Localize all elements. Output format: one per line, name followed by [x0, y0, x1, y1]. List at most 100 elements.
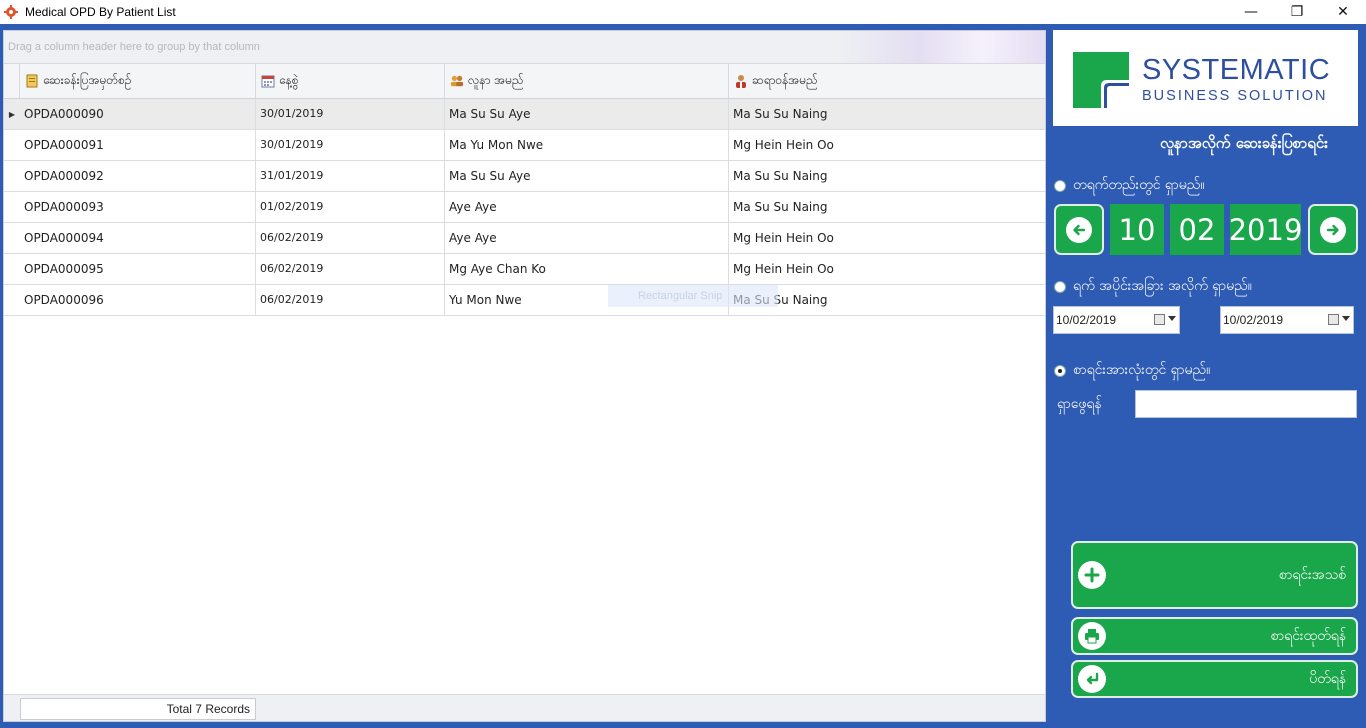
- document-icon: [25, 74, 39, 88]
- logo-subtitle: BUSINESS SOLUTION: [1142, 88, 1328, 104]
- title-bar: Medical OPD By Patient List — ❐ ✕: [0, 0, 1366, 24]
- new-record-button[interactable]: စာရင်းအသစ်: [1071, 541, 1358, 609]
- column-header-doctor-name[interactable]: ဆရာဝန်အမည်: [729, 64, 1045, 99]
- column-header-label: လူနာ အမည်: [468, 73, 524, 87]
- table-row[interactable]: OPDA000095 06/02/2019 Mg Aye Chan Ko Mg Hei…: [4, 254, 1045, 285]
- window-controls: — ❐ ✕: [1228, 0, 1366, 24]
- table-cell[interactable]: Ma Su Su Naing: [729, 99, 1045, 129]
- table-cell[interactable]: Ma Su Su Naing: [729, 161, 1045, 191]
- group-by-panel[interactable]: Drag a column header here to group by th…: [4, 31, 1045, 64]
- calendar-icon: [261, 74, 275, 88]
- table-cell[interactable]: Ma Su Su Aye: [445, 161, 729, 191]
- table-cell[interactable]: 01/02/2019: [256, 192, 445, 222]
- table-cell[interactable]: 31/01/2019: [256, 161, 445, 191]
- new-record-label: စာရင်းအသစ်: [1278, 566, 1346, 583]
- total-records: Total 7 Records: [20, 698, 256, 720]
- print-button[interactable]: စာရင်းထုတ်ရန်: [1071, 617, 1358, 655]
- table-cell[interactable]: OPDA000092: [20, 161, 256, 191]
- table-cell[interactable]: OPDA000095: [20, 254, 256, 284]
- column-header-date[interactable]: နေ့စွဲ: [256, 64, 445, 99]
- table-cell[interactable]: 30/01/2019: [256, 130, 445, 160]
- column-header-opd-number[interactable]: ဆေးခန်းပြအမှတ်စဉ်: [20, 64, 256, 99]
- table-row[interactable]: OPDA000092 31/01/2019 Ma Su Su Aye Ma Su Su…: [4, 161, 1045, 192]
- table-cell[interactable]: OPDA000090: [20, 99, 256, 129]
- next-day-button[interactable]: [1308, 204, 1358, 255]
- table-cell[interactable]: Mg Aye Chan Ko: [445, 254, 729, 284]
- radio-all-records[interactable]: စာရင်းအားလုံးတွင် ရှာမည်။: [1054, 360, 1210, 381]
- doctor-icon: [734, 74, 748, 88]
- radio-date-range[interactable]: ရက် အပိုင်းအခြား အလိုက် ရှာမည်။: [1054, 276, 1252, 297]
- calendar-icon[interactable]: [1154, 314, 1165, 325]
- date-from-picker[interactable]: 10/02/2019: [1053, 306, 1180, 334]
- maximize-button[interactable]: ❐: [1274, 0, 1320, 24]
- close-form-label: ပိတ်ရန်: [1309, 670, 1346, 687]
- grid-footer: Total 7 Records: [4, 694, 1045, 721]
- table-row[interactable]: ▶ OPDA000090 30/01/2019 Ma Su Su Aye Ma Su S…: [4, 99, 1045, 130]
- table-cell[interactable]: 06/02/2019: [256, 223, 445, 253]
- radio-button[interactable]: [1054, 179, 1066, 192]
- table-cell[interactable]: Ma Su Su Naing: [729, 192, 1045, 222]
- table-cell[interactable]: 06/02/2019: [256, 285, 445, 315]
- table-cell[interactable]: Mg Hein Hein Oo: [729, 130, 1045, 160]
- table-cell[interactable]: Aye Aye: [445, 223, 729, 253]
- column-header-patient-name[interactable]: လူနာ အမည်: [445, 64, 729, 99]
- table-cell[interactable]: OPDA000096: [20, 285, 256, 315]
- date-to-picker[interactable]: 10/02/2019: [1220, 306, 1354, 334]
- chevron-down-icon[interactable]: [1168, 316, 1176, 321]
- window-title: Medical OPD By Patient List: [25, 5, 176, 19]
- panel-heading: လူနာအလိုက် ဆေးခန်းပြစာရင်း: [1159, 134, 1328, 152]
- previous-day-button[interactable]: [1054, 204, 1104, 255]
- table-cell[interactable]: Ma Yu Mon Nwe: [445, 130, 729, 160]
- radio-label: ရက် အပိုင်းအခြား အလိုက် ရှာမည်။: [1073, 278, 1252, 294]
- day-value[interactable]: 10: [1110, 204, 1164, 255]
- logo-mark-icon: [1073, 52, 1129, 108]
- plus-icon: [1078, 561, 1106, 589]
- column-header-label: ဆေးခန်းပြအမှတ်စဉ်: [43, 73, 132, 87]
- row-indicator: [4, 130, 20, 160]
- table-cell[interactable]: Ma Su Su Aye: [445, 99, 729, 129]
- radio-label: တရက်တည်းတွင် ရှာမည်။: [1073, 177, 1205, 193]
- table-row[interactable]: OPDA000091 30/01/2019 Ma Yu Mon Nwe Mg Hein…: [4, 130, 1045, 161]
- date-to-value: 10/02/2019: [1223, 313, 1284, 327]
- table-cell[interactable]: Mg Hein Hein Oo: [729, 254, 1045, 284]
- table-cell[interactable]: OPDA000093: [20, 192, 256, 222]
- close-button[interactable]: ✕: [1320, 0, 1366, 24]
- table-cell[interactable]: 30/01/2019: [256, 99, 445, 129]
- logo-title: SYSTEMATIC: [1142, 54, 1331, 86]
- row-indicator: [4, 285, 20, 315]
- records-grid: Drag a column header here to group by th…: [3, 30, 1046, 722]
- radio-label: စာရင်းအားလုံးတွင် ရှာမည်။: [1073, 362, 1211, 378]
- table-row[interactable]: OPDA000093 01/02/2019 Aye Aye Ma Su Su Nain…: [4, 192, 1045, 223]
- table-cell[interactable]: OPDA000094: [20, 223, 256, 253]
- table-cell[interactable]: 06/02/2019: [256, 254, 445, 284]
- ghost-tooltip: Rectangular Snip: [608, 285, 778, 307]
- group-by-hint: Drag a column header here to group by th…: [8, 41, 260, 53]
- row-indicator: [4, 161, 20, 191]
- arrow-left-icon: [1066, 216, 1092, 243]
- printer-icon: [1078, 622, 1106, 650]
- arrow-right-icon: [1320, 216, 1346, 243]
- app-window: Medical OPD By Patient List — ❐ ✕ Drag a…: [0, 0, 1366, 728]
- table-cell[interactable]: Aye Aye: [445, 192, 729, 222]
- company-logo: SYSTEMATIC BUSINESS SOLUTION: [1053, 30, 1358, 126]
- minimize-button[interactable]: —: [1228, 0, 1274, 24]
- radio-single-day[interactable]: တရက်တည်းတွင် ရှာမည်။: [1054, 175, 1205, 196]
- year-value[interactable]: 2019: [1229, 204, 1302, 255]
- radio-button[interactable]: [1054, 364, 1066, 377]
- patients-icon: [450, 74, 464, 88]
- column-header-label: နေ့စွဲ: [279, 73, 299, 87]
- table-row[interactable]: OPDA000096 06/02/2019 Yu Mon Nwe Ma Su Su N…: [4, 285, 1045, 316]
- month-value[interactable]: 02: [1170, 204, 1224, 255]
- search-input[interactable]: [1135, 390, 1357, 418]
- table-cell[interactable]: Mg Hein Hein Oo: [729, 223, 1045, 253]
- radio-button[interactable]: [1054, 280, 1066, 293]
- column-header-label: ဆရာဝန်အမည်: [752, 73, 818, 87]
- chevron-down-icon[interactable]: [1342, 316, 1350, 321]
- app-gear-icon: [3, 4, 19, 20]
- row-indicator: [4, 223, 20, 253]
- calendar-icon[interactable]: [1328, 314, 1339, 325]
- table-row[interactable]: OPDA000094 06/02/2019 Aye Aye Mg Hein Hein …: [4, 223, 1045, 254]
- table-cell[interactable]: OPDA000091: [20, 130, 256, 160]
- close-form-button[interactable]: ပိတ်ရန်: [1071, 660, 1358, 698]
- date-from-value: 10/02/2019: [1056, 313, 1117, 327]
